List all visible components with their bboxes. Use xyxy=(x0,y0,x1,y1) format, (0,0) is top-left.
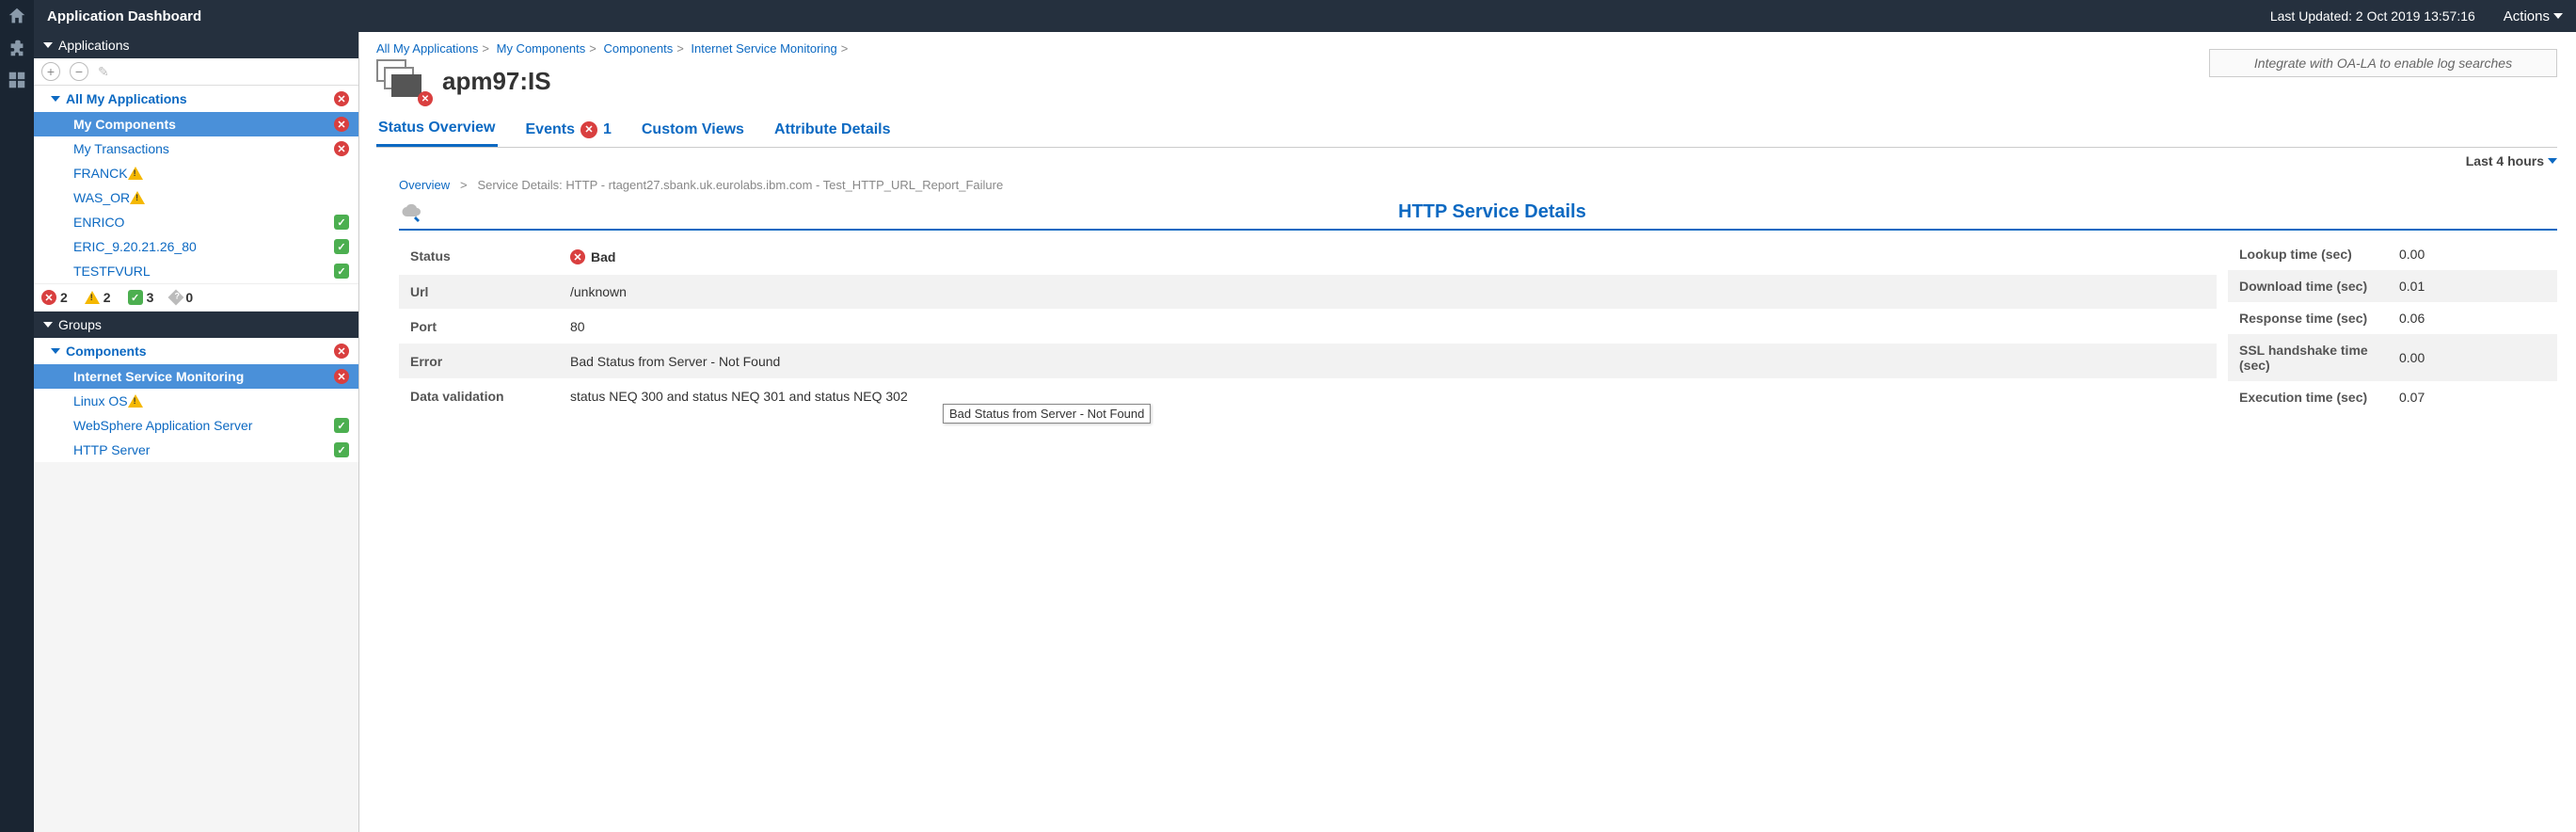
detail-row: ErrorBad Status from Server - Not Found xyxy=(399,344,2217,378)
components-node[interactable]: Components ✕ xyxy=(34,338,358,364)
main-content: Integrate with OA-LA to enable log searc… xyxy=(359,32,2576,832)
sidebar-component-item[interactable]: HTTP Server✓ xyxy=(34,438,358,462)
breadcrumb-link[interactable]: Components xyxy=(603,41,673,56)
tab-custom-views[interactable]: Custom Views xyxy=(640,112,746,147)
error-count-badge: ✕ xyxy=(580,121,597,138)
actions-menu[interactable]: Actions xyxy=(2504,8,2563,24)
sidebar-component-item[interactable]: Linux OS xyxy=(34,389,358,413)
chevron-down-icon xyxy=(2548,158,2557,164)
log-search-box[interactable]: Integrate with OA-LA to enable log searc… xyxy=(2209,49,2557,77)
detail-row: Response time (sec)0.06 xyxy=(2228,302,2557,334)
time-range-selector[interactable]: Last 4 hours xyxy=(376,148,2557,174)
last-updated: Last Updated: 2 Oct 2019 13:57:16 xyxy=(2270,8,2475,24)
warning-icon xyxy=(128,394,143,408)
remove-button[interactable]: − xyxy=(70,62,88,81)
overview-link[interactable]: Overview xyxy=(399,178,450,192)
sidebar: Applications + − ✎ All My Applications ✕… xyxy=(34,32,359,832)
warning-icon xyxy=(128,167,143,180)
home-icon[interactable] xyxy=(7,6,27,26)
error-icon: ✕ xyxy=(334,141,349,156)
detail-row: Data validationstatus NEQ 300 and status… xyxy=(399,378,2217,413)
top-bar: Application Dashboard Last Updated: 2 Oc… xyxy=(34,0,2576,32)
cloud-icon xyxy=(399,203,421,222)
chevron-down-icon xyxy=(43,42,53,48)
ok-icon: ✓ xyxy=(334,215,349,230)
warning-icon xyxy=(85,291,100,304)
sidebar-app-item[interactable]: My Transactions✕ xyxy=(34,136,358,161)
chevron-down-icon xyxy=(2553,13,2563,19)
grid-icon[interactable] xyxy=(7,70,27,90)
sidebar-app-item[interactable]: FRANCK xyxy=(34,161,358,185)
error-badge-icon: ✕ xyxy=(418,91,433,106)
all-my-applications-node[interactable]: All My Applications ✕ xyxy=(34,86,358,112)
details-title: HTTP Service Details xyxy=(427,201,2557,223)
ok-icon: ✓ xyxy=(334,264,349,279)
page-title-bar: Application Dashboard xyxy=(47,8,201,24)
detail-row: Status✕ Bad xyxy=(399,238,2217,275)
status-summary: ✕2 2 ✓3 0 xyxy=(34,283,358,312)
sidebar-app-item[interactable]: ENRICO✓ xyxy=(34,210,358,234)
detail-row: Lookup time (sec)0.00 xyxy=(2228,238,2557,270)
ok-icon: ✓ xyxy=(128,290,143,305)
error-icon: ✕ xyxy=(41,290,56,305)
error-icon: ✕ xyxy=(334,117,349,132)
sidebar-app-item[interactable]: My Components✕ xyxy=(34,112,358,136)
detail-breadcrumb: Overview > Service Details: HTTP - rtage… xyxy=(376,174,2557,201)
puzzle-icon[interactable] xyxy=(7,38,27,58)
chevron-down-icon xyxy=(51,96,60,102)
ok-icon: ✓ xyxy=(334,239,349,254)
detail-row: Download time (sec)0.01 xyxy=(2228,270,2557,302)
error-icon: ✕ xyxy=(334,344,349,359)
breadcrumb-link[interactable]: My Components xyxy=(497,41,586,56)
edit-icon[interactable]: ✎ xyxy=(98,64,109,80)
ok-icon: ✓ xyxy=(334,442,349,457)
sidebar-toolbar: + − ✎ xyxy=(34,58,358,86)
warning-icon xyxy=(130,191,145,204)
groups-section-header[interactable]: Groups xyxy=(34,312,358,338)
tab-attribute-details[interactable]: Attribute Details xyxy=(772,112,893,147)
sidebar-component-item[interactable]: Internet Service Monitoring✕ xyxy=(34,364,358,389)
unknown-icon xyxy=(168,290,184,306)
error-icon: ✕ xyxy=(334,369,349,384)
chevron-down-icon xyxy=(51,348,60,354)
tab-events[interactable]: Events ✕ 1 xyxy=(524,112,613,147)
ok-icon: ✓ xyxy=(334,418,349,433)
error-icon: ✕ xyxy=(570,249,585,264)
left-nav-rail xyxy=(0,0,34,832)
tabs: Status Overview Events ✕ 1 Custom Views … xyxy=(376,112,2557,148)
details-table-right: Lookup time (sec)0.00Download time (sec)… xyxy=(2228,238,2557,413)
breadcrumb-link[interactable]: All My Applications xyxy=(376,41,478,56)
tab-status-overview[interactable]: Status Overview xyxy=(376,112,498,147)
detail-row: SSL handshake time (sec)0.00 xyxy=(2228,334,2557,381)
component-title: apm97:IS xyxy=(442,67,551,96)
detail-row: Url/unknown xyxy=(399,275,2217,310)
sidebar-app-item[interactable]: ERIC_9.20.21.26_80✓ xyxy=(34,234,358,259)
detail-row: Execution time (sec)0.07 xyxy=(2228,381,2557,413)
add-button[interactable]: + xyxy=(41,62,60,81)
details-table-left: Status✕ BadUrl/unknownPort80ErrorBad Sta… xyxy=(399,238,2217,413)
tooltip: Bad Status from Server - Not Found xyxy=(943,404,1151,424)
sidebar-component-item[interactable]: WebSphere Application Server✓ xyxy=(34,413,358,438)
sidebar-app-item[interactable]: TESTFVURL✓ xyxy=(34,259,358,283)
breadcrumb-link[interactable]: Internet Service Monitoring xyxy=(691,41,836,56)
sidebar-app-item[interactable]: WAS_OR xyxy=(34,185,358,210)
chevron-down-icon xyxy=(43,322,53,328)
error-icon: ✕ xyxy=(334,91,349,106)
detail-row: Port80 xyxy=(399,309,2217,344)
applications-section-header[interactable]: Applications xyxy=(34,32,358,58)
component-icon: ✕ xyxy=(376,59,429,103)
